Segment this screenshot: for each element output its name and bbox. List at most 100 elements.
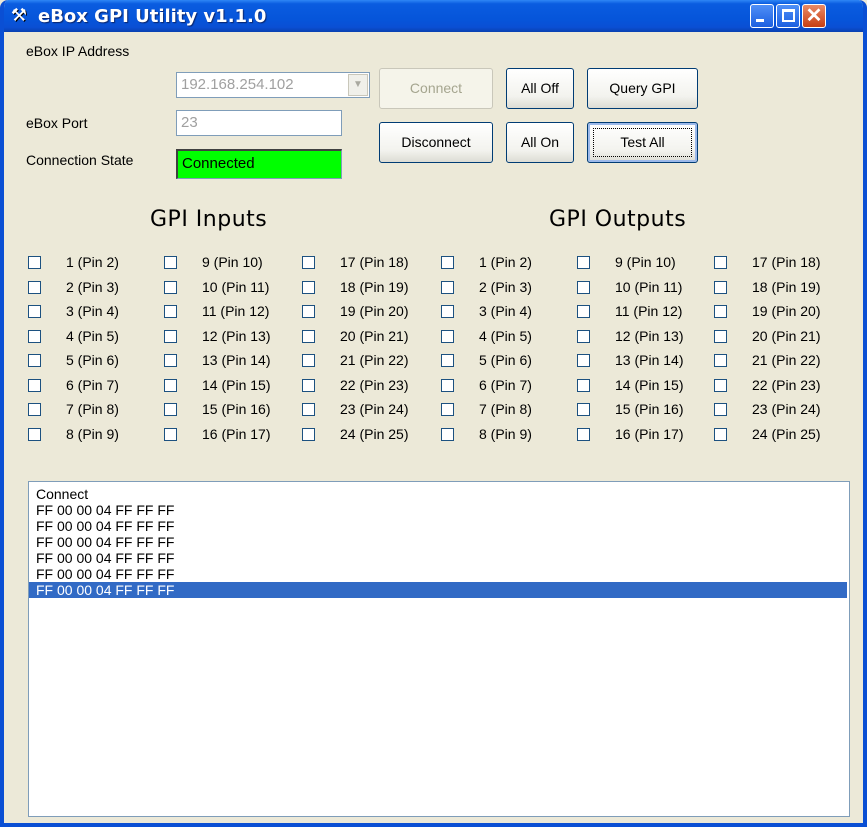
output-checkbox-item[interactable]: 3 (Pin 4) xyxy=(441,301,579,323)
output-checkbox[interactable] xyxy=(441,305,454,318)
all-on-button[interactable]: All On xyxy=(506,122,574,163)
output-checkbox[interactable] xyxy=(441,256,454,269)
output-checkbox-item[interactable]: 14 (Pin 15) xyxy=(577,375,715,397)
query-gpi-button[interactable]: Query GPI xyxy=(587,68,698,109)
log-line[interactable]: FF 00 00 04 FF FF FF xyxy=(29,534,849,550)
output-checkbox-item[interactable]: 2 (Pin 3) xyxy=(441,277,579,299)
output-checkbox-item[interactable]: 18 (Pin 19) xyxy=(714,277,852,299)
input-checkbox-item[interactable]: 19 (Pin 20) xyxy=(302,301,440,323)
output-checkbox-item[interactable]: 9 (Pin 10) xyxy=(577,252,715,274)
output-checkbox-item[interactable]: 23 (Pin 24) xyxy=(714,399,852,421)
output-checkbox-item[interactable]: 12 (Pin 13) xyxy=(577,326,715,348)
output-checkbox[interactable] xyxy=(441,329,454,343)
connect-button[interactable]: Connect xyxy=(379,68,493,109)
output-checkbox[interactable] xyxy=(441,403,454,416)
input-checkbox[interactable] xyxy=(28,329,41,343)
output-checkbox[interactable] xyxy=(577,378,590,392)
output-checkbox[interactable] xyxy=(714,354,727,367)
output-checkbox-item[interactable]: 16 (Pin 17) xyxy=(577,424,715,446)
output-checkbox[interactable] xyxy=(577,427,590,441)
input-checkbox[interactable] xyxy=(302,256,315,269)
output-checkbox-item[interactable]: 15 (Pin 16) xyxy=(577,399,715,421)
output-checkbox-item[interactable]: 17 (Pin 18) xyxy=(714,252,852,274)
input-checkbox-item[interactable]: 8 (Pin 9) xyxy=(28,424,166,446)
output-checkbox-item[interactable]: 22 (Pin 23) xyxy=(714,375,852,397)
log-line[interactable]: FF 00 00 04 FF FF FF xyxy=(29,550,849,566)
output-checkbox[interactable] xyxy=(577,354,590,367)
output-checkbox[interactable] xyxy=(714,427,727,441)
input-checkbox-item[interactable]: 23 (Pin 24) xyxy=(302,399,440,421)
output-checkbox[interactable] xyxy=(714,378,727,392)
output-checkbox[interactable] xyxy=(577,305,590,318)
output-checkbox[interactable] xyxy=(577,280,590,294)
input-checkbox-item[interactable]: 4 (Pin 5) xyxy=(28,326,166,348)
input-checkbox[interactable] xyxy=(164,305,177,318)
input-checkbox-item[interactable]: 16 (Pin 17) xyxy=(164,424,302,446)
log-line[interactable]: Connect xyxy=(29,486,849,502)
output-checkbox-item[interactable]: 6 (Pin 7) xyxy=(441,375,579,397)
input-checkbox[interactable] xyxy=(164,427,177,441)
output-checkbox[interactable] xyxy=(577,403,590,416)
output-checkbox[interactable] xyxy=(714,329,727,343)
input-checkbox-item[interactable]: 5 (Pin 6) xyxy=(28,350,166,372)
input-checkbox-item[interactable]: 17 (Pin 18) xyxy=(302,252,440,274)
input-checkbox[interactable] xyxy=(28,354,41,367)
input-checkbox[interactable] xyxy=(302,305,315,318)
output-checkbox[interactable] xyxy=(441,378,454,392)
input-checkbox[interactable] xyxy=(302,354,315,367)
input-checkbox[interactable] xyxy=(302,329,315,343)
all-off-button[interactable]: All Off xyxy=(506,68,574,109)
input-checkbox-item[interactable]: 3 (Pin 4) xyxy=(28,301,166,323)
maximize-button[interactable] xyxy=(776,4,800,28)
output-checkbox-item[interactable]: 21 (Pin 22) xyxy=(714,350,852,372)
output-checkbox[interactable] xyxy=(441,354,454,367)
input-checkbox-item[interactable]: 14 (Pin 15) xyxy=(164,375,302,397)
input-checkbox-item[interactable]: 15 (Pin 16) xyxy=(164,399,302,421)
output-checkbox-item[interactable]: 1 (Pin 2) xyxy=(441,252,579,274)
input-checkbox[interactable] xyxy=(28,305,41,318)
title-bar[interactable]: ⚒ eBox GPI Utility v1.1.0 ✕ xyxy=(4,0,863,32)
output-checkbox[interactable] xyxy=(577,256,590,269)
output-checkbox-item[interactable]: 11 (Pin 12) xyxy=(577,301,715,323)
output-checkbox[interactable] xyxy=(441,427,454,441)
output-checkbox[interactable] xyxy=(714,256,727,269)
output-checkbox-item[interactable]: 19 (Pin 20) xyxy=(714,301,852,323)
output-checkbox[interactable] xyxy=(714,280,727,294)
input-checkbox[interactable] xyxy=(28,256,41,269)
input-checkbox[interactable] xyxy=(164,256,177,269)
input-checkbox[interactable] xyxy=(28,403,41,416)
input-checkbox-item[interactable]: 9 (Pin 10) xyxy=(164,252,302,274)
output-checkbox-item[interactable]: 13 (Pin 14) xyxy=(577,350,715,372)
output-checkbox-item[interactable]: 5 (Pin 6) xyxy=(441,350,579,372)
input-checkbox-item[interactable]: 10 (Pin 11) xyxy=(164,277,302,299)
input-checkbox-item[interactable]: 21 (Pin 22) xyxy=(302,350,440,372)
input-checkbox[interactable] xyxy=(302,280,315,294)
output-checkbox-item[interactable]: 7 (Pin 8) xyxy=(441,399,579,421)
output-checkbox-item[interactable]: 10 (Pin 11) xyxy=(577,277,715,299)
input-checkbox[interactable] xyxy=(28,427,41,441)
minimize-button[interactable] xyxy=(750,4,774,28)
log-listbox[interactable]: Connect FF 00 00 04 FF FF FF FF 00 00 04 F… xyxy=(28,481,850,817)
input-checkbox[interactable] xyxy=(302,427,315,441)
input-checkbox-item[interactable]: 2 (Pin 3) xyxy=(28,277,166,299)
output-checkbox[interactable] xyxy=(714,305,727,318)
log-line[interactable]: FF 00 00 04 FF FF FF xyxy=(29,566,849,582)
log-line[interactable]: FF 00 00 04 FF FF FF xyxy=(29,518,849,534)
input-checkbox[interactable] xyxy=(164,403,177,416)
input-checkbox[interactable] xyxy=(28,378,41,392)
input-checkbox[interactable] xyxy=(164,329,177,343)
input-checkbox-item[interactable]: 12 (Pin 13) xyxy=(164,326,302,348)
input-checkbox[interactable] xyxy=(164,280,177,294)
output-checkbox-item[interactable]: 8 (Pin 9) xyxy=(441,424,579,446)
close-button[interactable]: ✕ xyxy=(802,4,826,28)
input-checkbox-item[interactable]: 18 (Pin 19) xyxy=(302,277,440,299)
log-line[interactable]: FF 00 00 04 FF FF FF xyxy=(29,502,849,518)
input-checkbox[interactable] xyxy=(164,354,177,367)
input-checkbox-item[interactable]: 13 (Pin 14) xyxy=(164,350,302,372)
disconnect-button[interactable]: Disconnect xyxy=(379,122,493,163)
test-all-button[interactable]: Test All xyxy=(587,122,698,163)
input-checkbox-item[interactable]: 20 (Pin 21) xyxy=(302,326,440,348)
input-checkbox-item[interactable]: 22 (Pin 23) xyxy=(302,375,440,397)
output-checkbox-item[interactable]: 24 (Pin 25) xyxy=(714,424,852,446)
output-checkbox[interactable] xyxy=(577,329,590,343)
